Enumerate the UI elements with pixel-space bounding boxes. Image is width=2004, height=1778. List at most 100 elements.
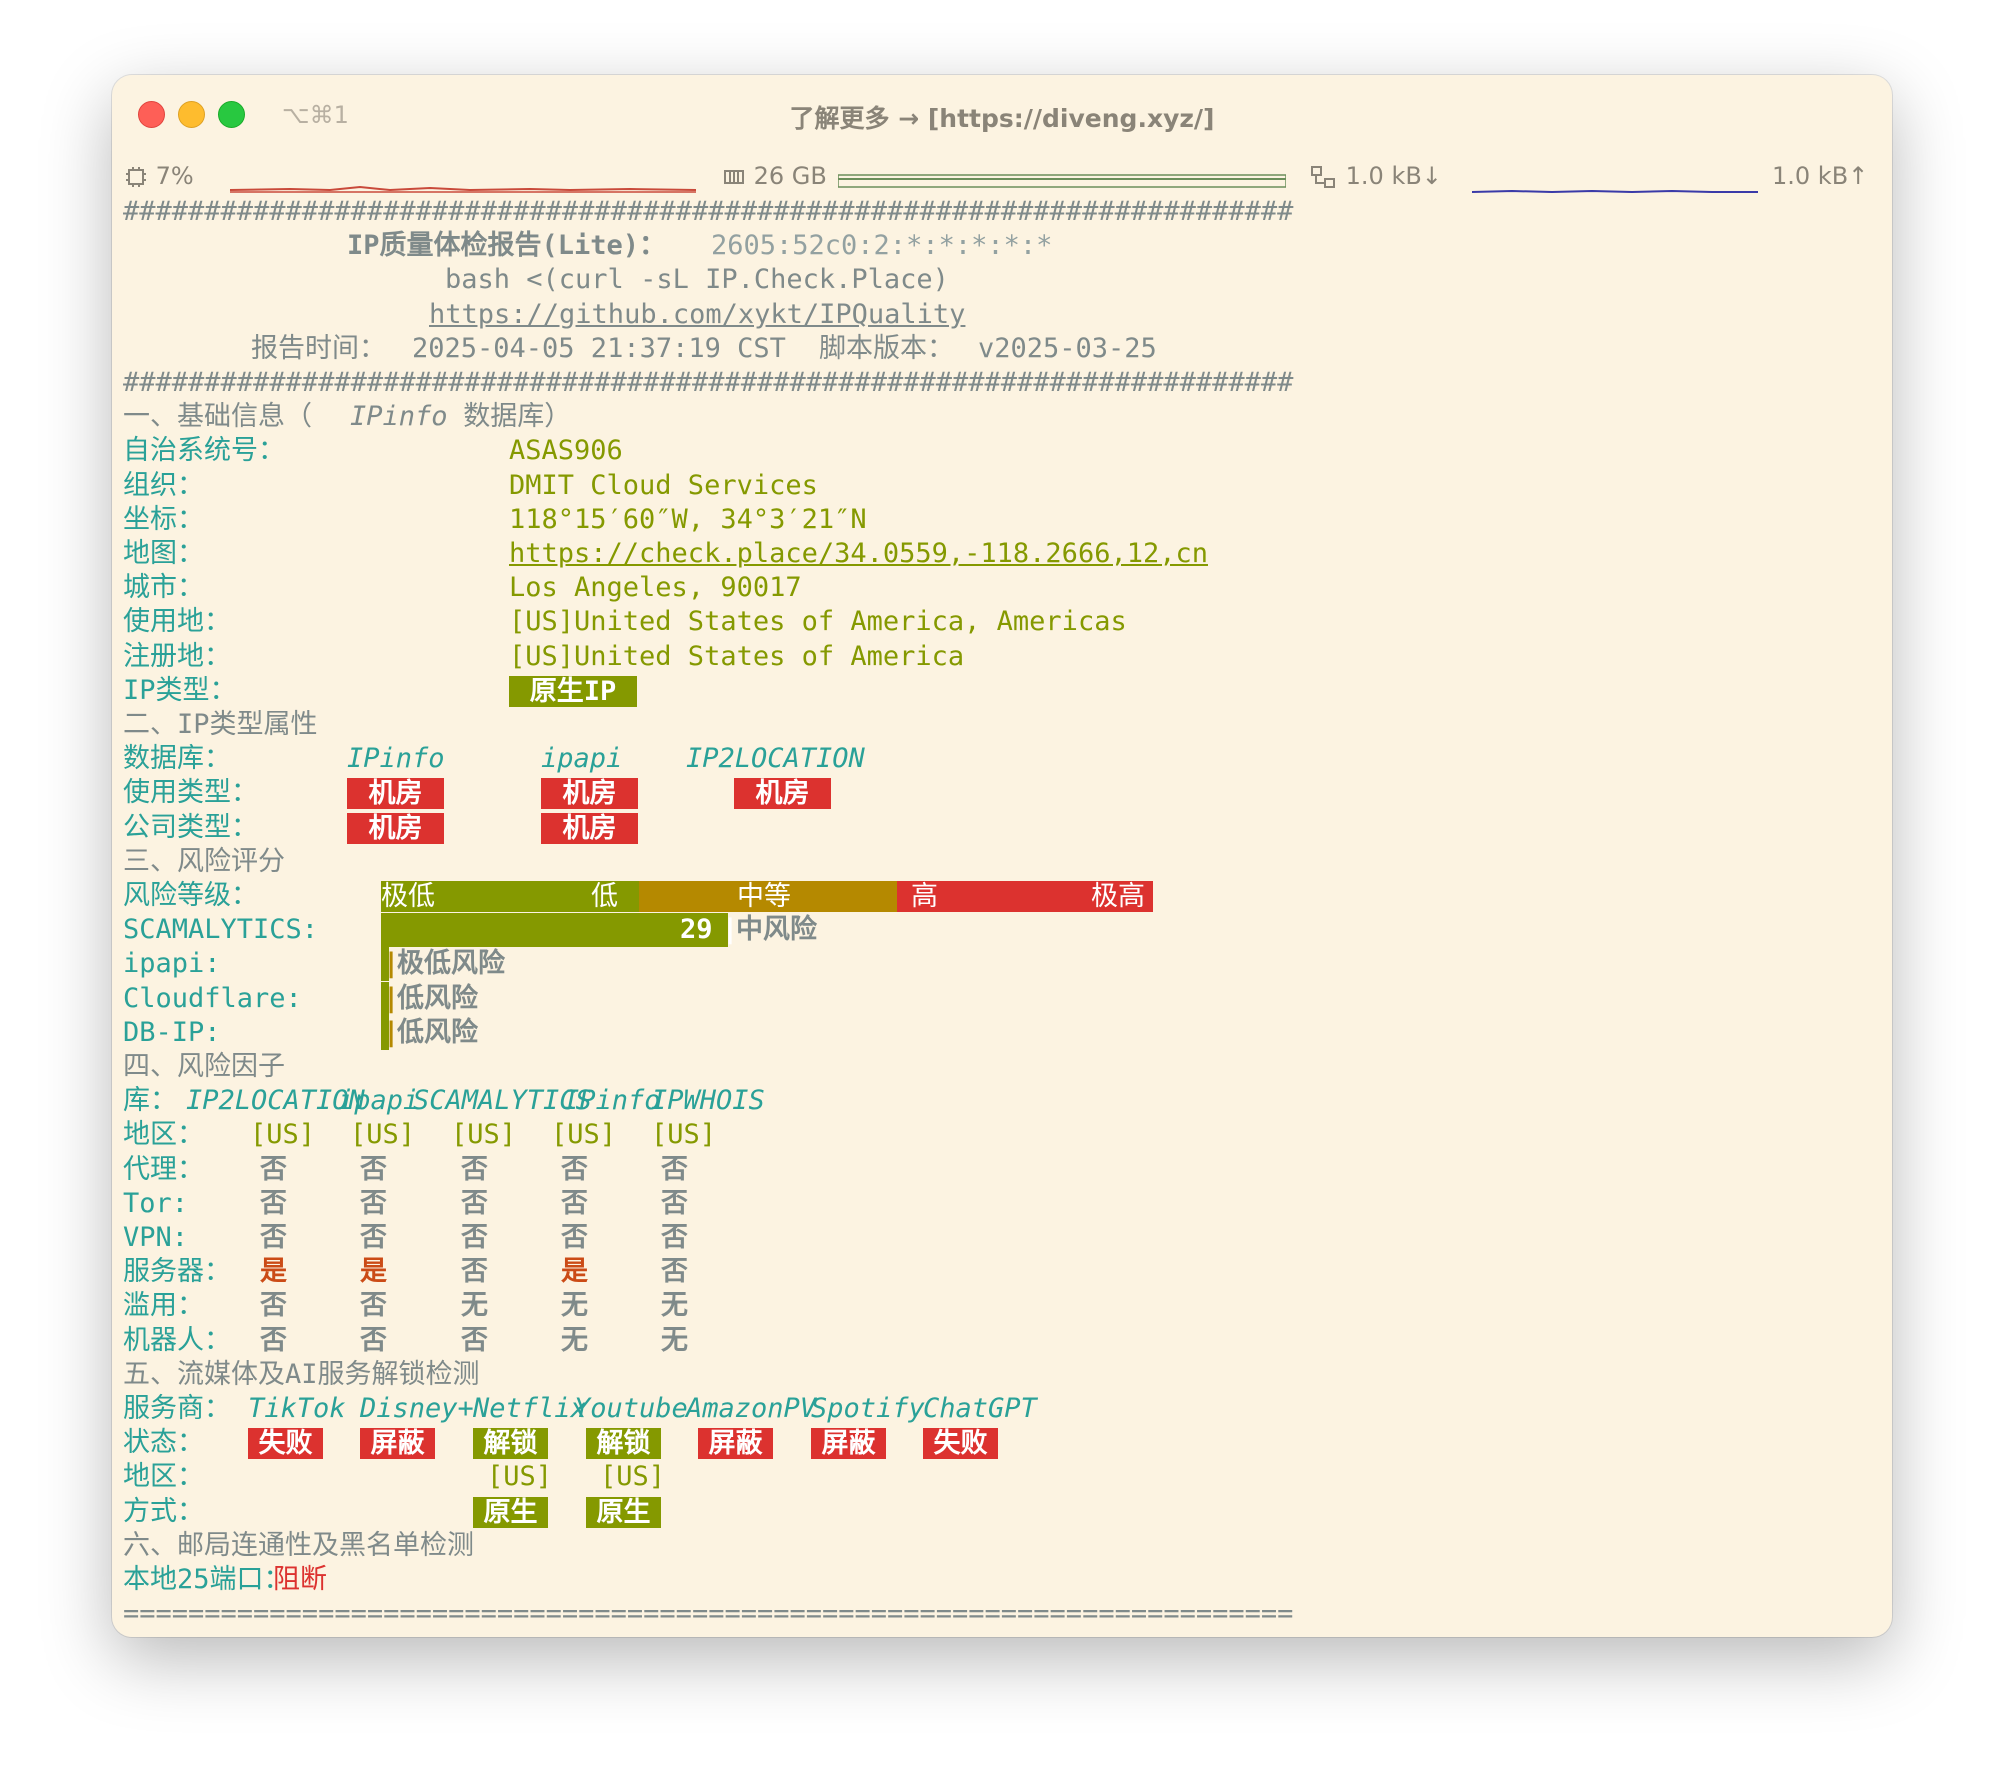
info-value: [US]United States of America, Americas — [509, 606, 1127, 638]
report-time: 2025-04-05 21:37:19 CST — [412, 332, 786, 364]
info-value: ASAS906 — [509, 435, 623, 467]
factor-value: 否 — [260, 1187, 287, 1219]
unlock-status-badge: 解锁 — [473, 1428, 548, 1460]
factor-value: 否 — [360, 1324, 387, 1356]
window-title: 了解更多 → [https://diveng.xyz/] — [789, 104, 1215, 133]
factor-value: 否 — [461, 1187, 488, 1219]
factor-value: 否 — [260, 1153, 287, 1185]
unlock-mode-badge: 原生 — [586, 1496, 661, 1528]
memory-status: 26 GB — [722, 162, 827, 190]
factor-region: [US] — [350, 1119, 416, 1151]
unlock-region: [US] — [487, 1461, 553, 1493]
unlock-status-badge: 解锁 — [586, 1428, 661, 1460]
factor-label: 滥用： — [123, 1290, 204, 1322]
factor-label: VPN: — [123, 1222, 189, 1253]
report-command: bash <(curl -sL IP.Check.Place) — [445, 264, 949, 296]
factor-region: [US] — [451, 1119, 517, 1151]
report-version: v2025-03-25 — [978, 332, 1157, 364]
db-name: IPinfo — [347, 743, 445, 775]
company-badge: 机房 — [541, 812, 638, 844]
port-value: 阻断 — [273, 1564, 327, 1595]
heading-db: IPinfo — [350, 401, 448, 433]
factor-region: [US] — [651, 1119, 717, 1151]
info-label: IP类型： — [123, 674, 237, 706]
factor-label: 服务器： — [123, 1256, 231, 1288]
risk-source: Cloudflare: — [123, 982, 302, 1014]
risk-source: DB-IP: — [123, 1016, 221, 1048]
heading-end: 数据库） — [447, 401, 572, 433]
risk-text: 中风险 — [736, 914, 817, 946]
unlock-mode-badge: 原生 — [473, 1496, 548, 1528]
cpu-status: 7% — [124, 162, 194, 190]
factor-value: 无 — [561, 1324, 588, 1356]
risk-text: 低风险 — [397, 1016, 478, 1048]
network-sparkline — [1472, 189, 1758, 194]
status-label: 状态： — [123, 1427, 204, 1459]
unlock-status-badge: 失败 — [923, 1428, 998, 1460]
hash-line: ########################################… — [123, 196, 1294, 227]
company-badge: 机房 — [347, 812, 444, 844]
db-label: 数据库： — [123, 743, 231, 775]
info-label: 坐标： — [123, 503, 204, 535]
factor-value: 无 — [661, 1290, 688, 1322]
cpu-value: 7% — [155, 162, 194, 190]
factor-label: 机器人： — [123, 1324, 231, 1356]
info-value: [US]United States of America — [509, 640, 965, 672]
lib-label: 库： — [123, 1085, 177, 1117]
report-ip: 2605:52c0:2:*:*:*:*:* — [711, 230, 1053, 262]
cpu-sparkline — [230, 185, 696, 193]
info-label: 组织： — [123, 469, 204, 501]
provider-name: ChatGPT — [923, 1393, 1037, 1424]
factor-value: 否 — [661, 1153, 688, 1185]
info-value: https://check.place/34.0559,-118.2666,12… — [509, 538, 1208, 569]
provider-name: Netflix — [473, 1393, 587, 1424]
risk-text: 极低风险 — [397, 948, 505, 980]
risk-score: 29 — [680, 914, 713, 946]
risk-level-name: 极低 — [381, 881, 435, 912]
factor-value: 否 — [561, 1153, 588, 1185]
db-name: IP2LOCATION — [686, 743, 865, 775]
provider-name: Youtube — [574, 1393, 688, 1424]
factor-value: 无 — [561, 1290, 588, 1322]
info-label: 自治系统号： — [123, 435, 285, 467]
db-name: ipapi — [541, 743, 623, 775]
network-icon — [1311, 166, 1335, 188]
factor-value: 否 — [260, 1222, 287, 1253]
factor-value: 否 — [260, 1290, 287, 1322]
memory-value: 26 GB — [753, 162, 827, 190]
port-label: 本地25端口： — [123, 1564, 291, 1595]
factor-label: 代理： — [123, 1153, 204, 1185]
factor-region: [US] — [551, 1119, 617, 1151]
factor-value: 否 — [561, 1222, 588, 1253]
memory-sparkline — [838, 174, 1286, 188]
region-label: 地区： — [123, 1461, 204, 1493]
network-down-value: 1.0 kB↓ — [1345, 162, 1442, 190]
lib-name: IPWHOIS — [651, 1085, 765, 1117]
info-label: 使用地： — [123, 606, 231, 638]
memory-icon — [724, 170, 744, 184]
factor-value: 否 — [461, 1153, 488, 1185]
hash-line: ########################################… — [123, 367, 1294, 398]
factor-value: 否 — [360, 1290, 387, 1322]
provider-label: 服务商： — [123, 1393, 231, 1424]
risk-level-label: 风险等级： — [123, 880, 258, 911]
usage-badge: 机房 — [541, 778, 638, 810]
risk-source: ipapi: — [123, 948, 221, 980]
terminal-window: ⌥⌘1 了解更多 → [https://diveng.xyz/] 7% 26 G… — [112, 75, 1892, 1637]
network-down-status: 1.0 kB↓ — [1310, 162, 1442, 190]
unlock-status-badge: 屏蔽 — [698, 1428, 773, 1460]
info-label: 城市： — [123, 572, 204, 604]
factor-value: 否 — [260, 1324, 287, 1356]
lib-name: ipapi — [338, 1085, 420, 1117]
unlock-status-badge: 失败 — [248, 1428, 323, 1460]
usage-badge: 机房 — [347, 778, 444, 810]
risk-score-fill — [381, 913, 728, 948]
risk-level-name: 中等 — [737, 881, 791, 912]
lib-name: IPinfo — [563, 1085, 661, 1117]
risk-source: SCAMALYTICS: — [123, 914, 319, 946]
report-title: IP质量体检报告(Lite)： — [347, 230, 667, 262]
risk-level-name: 极高 — [1091, 881, 1145, 912]
factor-value: 否 — [561, 1187, 588, 1219]
info-value: DMIT Cloud Services — [509, 469, 818, 501]
factor-value: 是 — [360, 1256, 387, 1288]
